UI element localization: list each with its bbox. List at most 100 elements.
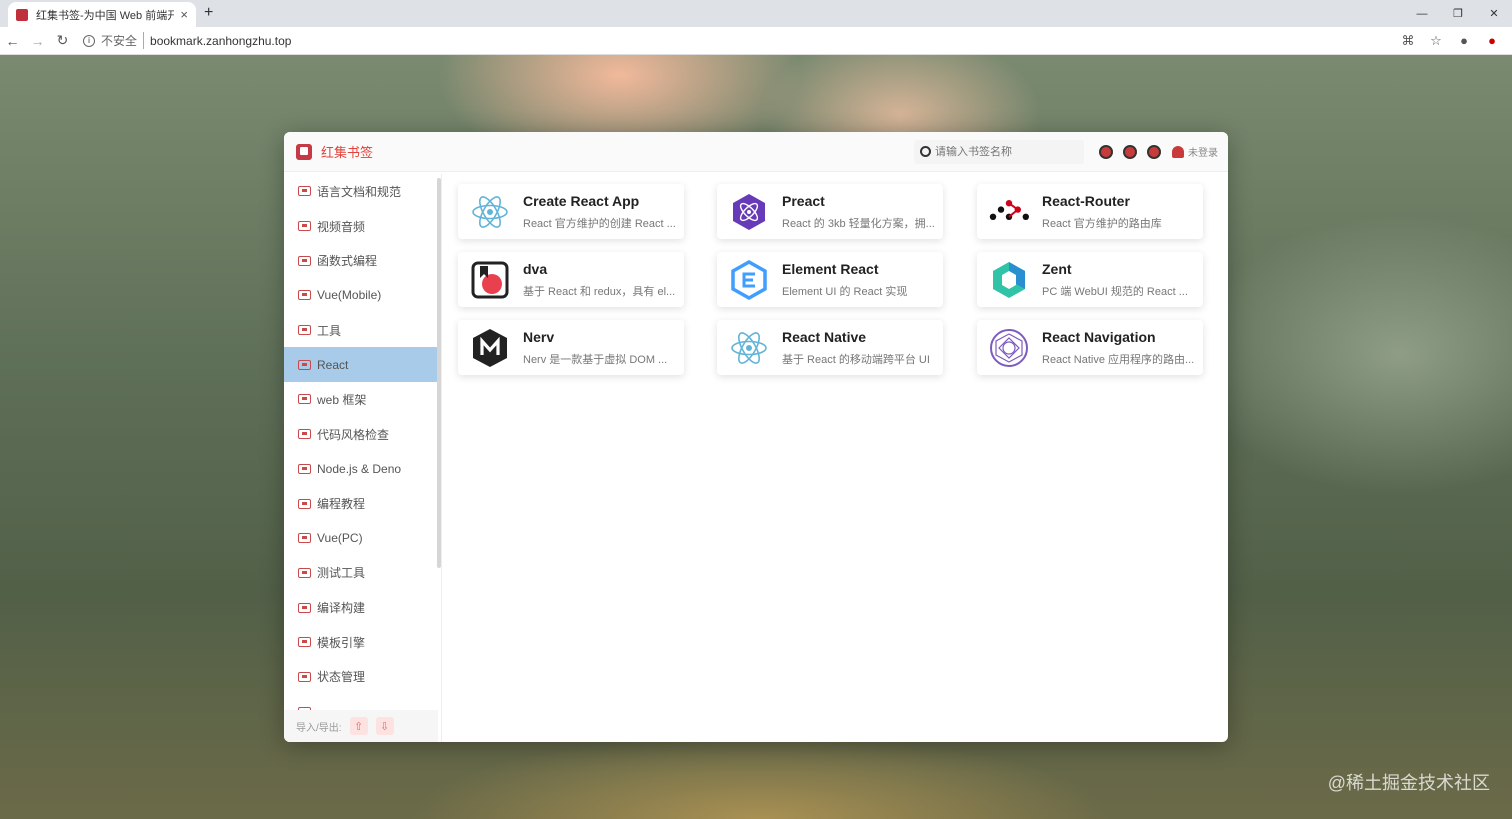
close-window-button[interactable]: ✕ (1476, 0, 1512, 27)
sidebar-item[interactable]: web 框架 (284, 382, 441, 417)
card-description: PC 端 WebUI 规范的 React ... (1042, 285, 1188, 298)
folder-icon (298, 186, 311, 197)
info-icon[interactable]: i (83, 34, 95, 47)
sidebar-item[interactable]: 编译构建 (284, 590, 441, 625)
card-title: Create React App (523, 192, 640, 209)
sidebar-item[interactable]: React (284, 347, 441, 383)
minimize-button[interactable]: — (1404, 0, 1440, 27)
theme-icon[interactable] (1147, 144, 1161, 159)
app-brand[interactable]: 红集书签 (321, 142, 914, 161)
card-description: React 的 3kb 轻量化方案，拥... (782, 217, 935, 230)
sidebar-item-label: web 框架 (317, 392, 367, 407)
bookmark-card[interactable]: Preact React 的 3kb 轻量化方案，拥... (717, 184, 943, 239)
card-description: React Native 应用程序的路由... (1042, 353, 1195, 366)
bookmark-card[interactable]: Create React App React 官方维护的创建 React ... (458, 184, 684, 239)
sidebar-item-label: Vue(PC) (317, 531, 363, 546)
sidebar-item-label: 代码风格检查 (317, 427, 390, 442)
tab-close-icon[interactable]: × (180, 7, 188, 22)
card-description: Nerv 是一款基于虚拟 DOM ... (523, 353, 668, 366)
tab-title: 红集书签-为中国 Web 前端开发 (36, 9, 175, 22)
sidebar-scrollbar[interactable] (437, 178, 441, 568)
bookmark-card[interactable]: React-Router React 官方维护的路由库 (977, 184, 1203, 239)
folder-icon (298, 498, 311, 509)
folder-icon (298, 325, 311, 336)
bookmark-card[interactable]: React Navigation React Native 应用程序的路由... (977, 320, 1203, 375)
sidebar-item-label: 编译构建 (317, 601, 366, 616)
sidebar-item-label: 模板引擎 (317, 635, 366, 650)
window-controls: — ❐ ✕ (1404, 0, 1512, 27)
sidebar-item[interactable]: 工具 (284, 313, 441, 348)
sidebar-item[interactable]: 状态管理 (284, 660, 441, 695)
search-input[interactable] (935, 145, 1075, 158)
bookmark-card[interactable]: Nerv Nerv 是一款基于虚拟 DOM ... (458, 320, 684, 375)
search-box[interactable] (914, 139, 1084, 164)
app-logo-icon (296, 143, 312, 160)
card-description: React 官方维护的创建 React ... (523, 217, 676, 230)
card-description: 基于 React 的移动端跨平台 UI (782, 353, 930, 366)
export-button[interactable]: ⇩ (375, 717, 394, 735)
sidebar-item[interactable]: 模板引擎 (284, 625, 441, 660)
dva-icon (470, 260, 510, 300)
home-icon[interactable] (1123, 144, 1137, 159)
card-title: React Native (782, 328, 867, 345)
sidebar-item[interactable]: 视频音频 (284, 209, 441, 244)
card-title: React-Router (1042, 192, 1130, 209)
login-label: 未登录 (1188, 148, 1218, 159)
sidebar-item[interactable]: 编程教程 (284, 486, 441, 521)
sidebar-item-label: Node.js & Deno (317, 461, 402, 476)
folder-icon (298, 429, 311, 440)
folder-icon (298, 567, 311, 578)
category-list: 语言文档和规范 视频音频函数式编程 Vue(Mobile) 工具 React web 框架… (284, 174, 441, 729)
browser-tab[interactable]: 红集书签-为中国 Web 前端开发 × (8, 2, 196, 27)
folder-icon (298, 255, 311, 266)
github-icon[interactable] (1099, 144, 1113, 159)
new-tab-button[interactable]: + (204, 4, 213, 22)
user-icon (1172, 145, 1184, 158)
sidebar-item[interactable]: 测试工具 (284, 556, 441, 591)
profile-icon[interactable]: ● (1450, 33, 1478, 48)
folder-icon (298, 394, 311, 405)
import-button[interactable]: ⇧ (349, 717, 368, 735)
card-title: dva (523, 260, 548, 277)
sidebar-item-label: React (317, 357, 349, 372)
preact-icon (729, 192, 769, 232)
sidebar-item[interactable]: 函数式编程 (284, 243, 441, 278)
reload-icon[interactable]: ↻ (50, 32, 75, 49)
sidebar-item[interactable]: 语言文档和规范 (284, 174, 441, 209)
sidebar-item-label: 测试工具 (317, 566, 366, 581)
login-button[interactable]: 未登录 (1172, 144, 1218, 159)
url-text[interactable]: bookmark.zanhongzhu.top (150, 34, 291, 48)
bookmark-card[interactable]: dva 基于 React 和 redux，具有 el... (458, 252, 684, 307)
bookmark-star-icon[interactable]: ☆ (1422, 33, 1450, 49)
bookmark-card[interactable]: React Native 基于 React 的移动端跨平台 UI (717, 320, 943, 375)
bookmark-app-window: 红集书签 未登录 语言文档和规范视频音频函数式编程 Vue(Mobile) 工具 Re… (284, 132, 1228, 742)
react-atom-icon (470, 192, 510, 232)
sidebar-item-label: 编程教程 (317, 497, 366, 512)
sidebar-item-label: 函数式编程 (317, 254, 378, 269)
folder-icon (298, 290, 311, 301)
insecure-label: 不安全 (101, 32, 145, 49)
bookmark-card[interactable]: Zent PC 端 WebUI 规范的 React ... (977, 252, 1203, 307)
sidebar-item[interactable]: 代码风格检查 (284, 417, 441, 452)
card-title: Zent (1042, 260, 1072, 277)
address-bar[interactable]: i 不安全 bookmark.zanhongzhu.top (83, 29, 1394, 53)
react-navigation-icon (989, 328, 1029, 368)
react-router-icon (989, 192, 1029, 232)
extension-icon[interactable]: ● (1478, 33, 1506, 48)
forward-icon[interactable]: → (25, 33, 50, 49)
sidebar-item[interactable]: Vue(Mobile) (284, 278, 441, 313)
translate-icon[interactable]: ⌘ (1394, 33, 1422, 49)
sidebar-item[interactable]: Vue(PC) (284, 521, 441, 556)
card-description: React 官方维护的路由库 (1042, 217, 1162, 230)
browser-tab-bar: 红集书签-为中国 Web 前端开发 × + — ❐ ✕ (0, 0, 1512, 27)
sidebar-item[interactable]: Node.js & Deno (284, 452, 441, 487)
search-icon (920, 146, 931, 157)
back-icon[interactable]: ← (0, 33, 25, 49)
bookmark-card[interactable]: Element React Element UI 的 React 实现 (717, 252, 943, 307)
card-text: Create React App React 官方维护的创建 React ... (523, 193, 684, 231)
browser-toolbar: ← → ↻ i 不安全 bookmark.zanhongzhu.top ⌘ ☆ … (0, 27, 1512, 55)
toolbar-right-icons: ⌘ ☆ ● ● (1394, 33, 1506, 49)
card-title: Element React (782, 260, 879, 277)
card-title: React Navigation (1042, 328, 1156, 345)
restore-button[interactable]: ❐ (1440, 0, 1476, 27)
